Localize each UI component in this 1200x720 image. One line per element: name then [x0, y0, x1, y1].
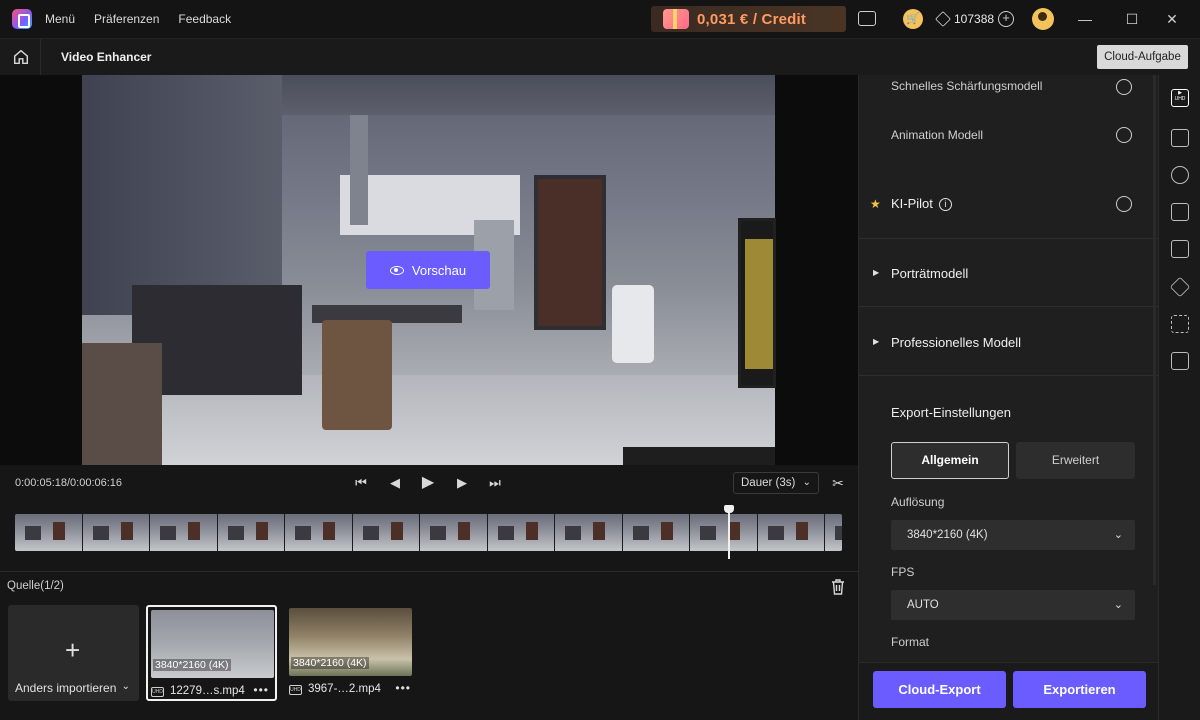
- diamond-icon: [935, 11, 951, 27]
- duration-label: Dauer (3s): [741, 477, 796, 489]
- preview-button-label: Vorschau: [411, 262, 467, 278]
- resolution-value: 3840*2160 (4K): [907, 529, 988, 541]
- colorize-icon[interactable]: [1171, 166, 1189, 184]
- portrait-model-label: Porträtmodell: [891, 266, 969, 281]
- video-enhancer-icon[interactable]: ▶ UHD: [1171, 89, 1189, 107]
- page-header: Video Enhancer: [0, 38, 1200, 76]
- uhd-icon: UHD: [151, 687, 164, 697]
- uhd-icon: UHD: [289, 685, 302, 695]
- gem-balance: 107388 +: [935, 8, 1015, 30]
- gem-count: 107388: [954, 12, 995, 26]
- tab-advanced[interactable]: Erweitert: [1016, 442, 1135, 479]
- fps-value: AUTO: [907, 599, 939, 611]
- ai-pilot-radio[interactable]: [1116, 196, 1132, 212]
- timecode: 0:00:05:18/0:00:06:16: [15, 477, 123, 489]
- file-name: 12279…s.mp4: [170, 685, 245, 697]
- close-icon[interactable]: ✕: [1162, 9, 1182, 29]
- credit-price: 0,031 € / Credit: [697, 10, 807, 28]
- chevron-down-icon[interactable]: ⌄: [122, 681, 130, 692]
- home-icon[interactable]: [12, 48, 32, 68]
- tab-general[interactable]: Allgemein: [891, 442, 1009, 479]
- export-button[interactable]: Exportieren: [1013, 671, 1146, 708]
- eraser-icon[interactable]: [1169, 276, 1191, 298]
- video-preview: Vorschau: [0, 75, 858, 465]
- select-icon[interactable]: [1171, 315, 1189, 333]
- import-label: Anders importieren: [15, 681, 117, 695]
- fps-label: FPS: [891, 565, 915, 579]
- model-fast-sharpen-label: Schnelles Schärfungsmodell: [891, 79, 1043, 93]
- video-add-icon[interactable]: [1171, 352, 1189, 370]
- divider: [40, 39, 41, 76]
- add-credits-icon[interactable]: +: [998, 11, 1015, 27]
- menu-item-menu[interactable]: Menü: [45, 12, 75, 26]
- source-item[interactable]: 3840*2160 (4K) UHD 3967-…2.mp4 •••: [286, 605, 417, 701]
- divider: [0, 571, 858, 572]
- trash-icon[interactable]: [830, 578, 846, 596]
- expand-icon: ▶: [873, 337, 880, 346]
- scissors-icon[interactable]: ✂: [830, 475, 846, 491]
- more-options-icon[interactable]: •••: [253, 683, 269, 697]
- settings-panel: Schnelles Schärfungsmodell Animation Mod…: [858, 75, 1159, 720]
- expand-icon: ▶: [873, 268, 880, 277]
- page-title: Video Enhancer: [61, 50, 152, 64]
- file-name: 3967-…2.mp4: [308, 683, 381, 695]
- app-logo-icon: [12, 9, 32, 29]
- menu-item-feedback[interactable]: Feedback: [178, 12, 231, 26]
- grid-plus-icon[interactable]: [1171, 203, 1189, 221]
- playback-controls: 0:00:05:18/0:00:06:16 ⏮ ◀ ▶ ▶ ⏭ Dauer (3…: [0, 465, 858, 501]
- export-settings-title: Export-Einstellungen: [891, 405, 1011, 420]
- message-icon[interactable]: [858, 11, 876, 26]
- import-tile[interactable]: + Anders importieren ⌄: [8, 605, 139, 701]
- step-forward-icon[interactable]: ▶: [453, 474, 471, 492]
- step-back-icon[interactable]: ◀: [386, 474, 404, 492]
- model-fast-sharpen-radio[interactable]: [1116, 79, 1132, 95]
- user-avatar[interactable]: [1032, 8, 1054, 30]
- skip-start-icon[interactable]: ⏮: [352, 474, 370, 492]
- duration-select[interactable]: Dauer (3s) ⌄: [733, 472, 819, 494]
- timeline-filmstrip[interactable]: [15, 514, 842, 551]
- more-options-icon[interactable]: •••: [395, 681, 411, 695]
- top-menu: Menü Präferenzen Feedback: [45, 12, 231, 26]
- star-icon: ★: [870, 197, 881, 211]
- cart-icon[interactable]: 🛒: [903, 9, 923, 29]
- resolution-badge: 3840*2160 (4K): [291, 657, 369, 669]
- chevron-down-icon: ⌄: [1113, 529, 1123, 541]
- resolution-badge: 3840*2160 (4K): [153, 659, 231, 671]
- model-animation-radio[interactable]: [1116, 127, 1132, 143]
- info-icon[interactable]: i: [938, 198, 952, 212]
- tool-rail: ▶ UHD: [1158, 75, 1200, 720]
- chevron-down-icon: ⌄: [1113, 599, 1123, 611]
- resolution-select[interactable]: 3840*2160 (4K) ⌄: [891, 520, 1135, 550]
- skip-end-icon[interactable]: ⏭: [486, 474, 504, 492]
- cloud-task-button[interactable]: Cloud-Aufgabe: [1097, 45, 1188, 69]
- ai-pilot-label: KI-Pilot i: [891, 196, 952, 212]
- ai-pilot-row[interactable]: ★ KI-Pilot i: [859, 171, 1159, 239]
- play-icon[interactable]: ▶: [419, 474, 437, 492]
- portrait-model-row[interactable]: ▶ Porträtmodell: [859, 239, 1159, 307]
- eye-icon: [389, 265, 404, 275]
- minimize-icon[interactable]: —: [1075, 9, 1095, 29]
- source-title: Quelle(1/2): [7, 580, 64, 592]
- chevron-down-icon: ⌄: [802, 477, 811, 488]
- professional-model-row[interactable]: ▶ Professionelles Modell: [859, 308, 1159, 376]
- maximize-icon[interactable]: ☐: [1122, 9, 1142, 29]
- edit-icon[interactable]: [1171, 240, 1189, 258]
- format-label: Format: [891, 635, 930, 649]
- cloud-export-button[interactable]: Cloud-Export: [873, 671, 1006, 708]
- preview-button[interactable]: Vorschau: [366, 251, 490, 289]
- fps-select[interactable]: AUTO ⌄: [891, 590, 1135, 620]
- title-bar: Menü Präferenzen Feedback 0,031 € / Cred…: [0, 0, 1200, 38]
- menu-item-preferences[interactable]: Präferenzen: [94, 12, 159, 26]
- professional-model-label: Professionelles Modell: [891, 335, 1022, 350]
- resolution-label: Auflösung: [891, 495, 945, 509]
- credit-badge[interactable]: 0,031 € / Credit: [651, 6, 846, 32]
- playhead[interactable]: [724, 505, 734, 559]
- plus-icon: +: [65, 635, 81, 665]
- source-item[interactable]: 3840*2160 (4K) UHD 12279…s.mp4 •••: [146, 605, 277, 701]
- curve-icon[interactable]: [1171, 129, 1189, 147]
- panel-scrollbar[interactable]: [1153, 75, 1156, 585]
- model-animation-label: Animation Modell: [891, 128, 984, 142]
- gift-icon: [663, 9, 689, 29]
